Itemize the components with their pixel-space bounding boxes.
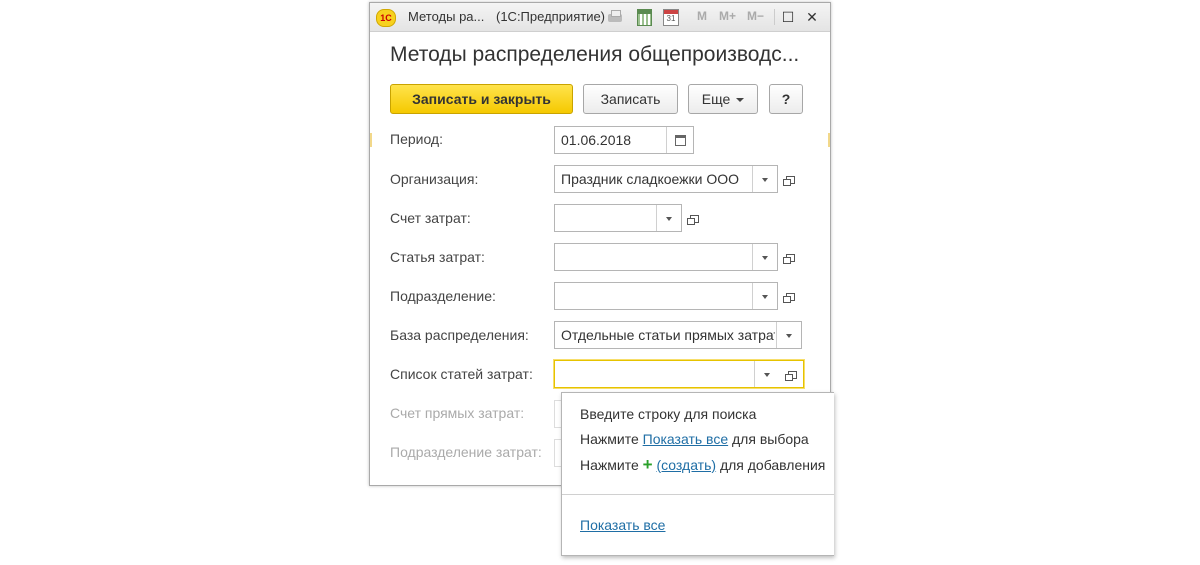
organization-label: Организация: [390,171,479,187]
print-icon[interactable] [606,8,624,26]
open-icon[interactable] [779,282,801,310]
help-button[interactable]: ? [769,84,803,114]
autocomplete-dropdown: Введите строку для поиска Нажмите Показа… [561,392,834,556]
hint-prefix: Нажмите [580,431,639,447]
chevron-down-icon[interactable] [754,361,779,387]
page-title: Методы распределения общепроизводс... [390,43,800,66]
calendar-icon[interactable] [666,127,693,153]
chevron-down-icon[interactable] [752,166,777,192]
cost-item-label: Статья затрат: [390,249,485,265]
chevron-down-icon [736,98,745,103]
department-field[interactable] [554,282,778,310]
hint-prefix: Нажмите [580,457,639,473]
show-all-link[interactable]: Показать все [643,431,728,447]
distribution-base-select[interactable]: Отдельные статьи прямых затрат [554,321,802,349]
calendar-day: 31 [663,9,679,26]
cost-items-list-field[interactable] [554,360,804,388]
open-icon[interactable] [683,204,705,232]
title-bar: 1С Методы ра... (1С:Предприятие) 31 M M+… [370,3,830,32]
direct-cost-account-label: Счет прямых затрат: [390,405,525,421]
plus-icon: + [642,455,653,474]
divider [774,9,775,25]
calendar-icon[interactable]: 31 [663,8,679,26]
cost-account-field[interactable] [554,204,682,232]
chevron-down-icon[interactable] [752,244,777,270]
close-icon[interactable]: ✕ [803,8,821,26]
period-value: 01.06.2018 [561,132,632,148]
distribution-base-value: Отдельные статьи прямых затрат [561,327,775,343]
app-logo-icon: 1С [376,9,396,27]
department-label: Подразделение: [390,288,496,304]
maximize-icon[interactable]: ☐ [779,8,797,26]
window-app-suffix: (1С:Предприятие) [496,9,606,24]
show-all-link[interactable]: Показать все [580,517,665,533]
organization-field[interactable]: Праздник сладкоежки ООО [554,165,778,193]
open-icon[interactable] [779,165,801,193]
more-button[interactable]: Еще [688,84,758,114]
save-and-close-button[interactable]: Записать и закрыть [390,84,573,114]
create-hint: Нажмите + (создать) для добавления [580,455,825,475]
cost-items-list-label: Список статей затрат: [390,366,533,382]
chevron-down-icon[interactable] [752,283,777,309]
cost-account-label: Счет затрат: [390,210,471,226]
organization-value: Праздник сладкоежки ООО [561,171,740,187]
hint-suffix: для выбора [732,431,809,447]
divider [562,494,834,495]
calculator-icon[interactable] [636,8,652,26]
cost-department-label: Подразделение затрат: [390,444,542,460]
open-icon[interactable] [781,360,803,388]
distribution-base-label: База распределения: [390,327,529,343]
chevron-down-icon[interactable] [656,205,681,231]
create-link[interactable]: (создать) [656,457,716,473]
window-title-text: Методы ра... [408,9,485,24]
memory-mminus-button[interactable]: M− [747,9,764,23]
period-label: Период: [390,131,443,147]
divider [828,133,830,147]
search-hint: Введите строку для поиска [580,406,757,422]
open-icon[interactable] [779,243,801,271]
hint-suffix: для добавления [719,457,826,473]
chevron-down-icon[interactable] [776,322,801,348]
period-field[interactable]: 01.06.2018 [554,126,694,154]
more-label: Еще [701,91,731,107]
save-button[interactable]: Записать [583,84,678,114]
divider [370,133,372,147]
window-title: Методы ра... (1С:Предприятие) [408,9,605,24]
memory-mplus-button[interactable]: M+ [719,9,736,23]
cost-item-field[interactable] [554,243,778,271]
memory-m-button[interactable]: M [697,9,707,23]
show-all-hint: Нажмите Показать все для выбора [580,431,809,447]
